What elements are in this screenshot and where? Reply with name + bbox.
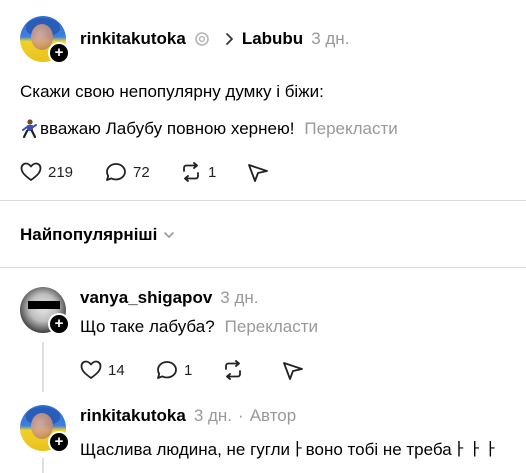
repost-icon	[180, 162, 202, 182]
comment-button[interactable]: 72	[105, 162, 150, 182]
verified-ring-icon	[194, 31, 210, 47]
comment-bubble-icon	[156, 360, 178, 380]
reply-author-name[interactable]: vanya_shigapov	[80, 288, 212, 308]
translate-link[interactable]: Перекласти	[304, 119, 397, 139]
heart-icon	[20, 162, 42, 182]
reply-author-name[interactable]: rinkitakutoka	[80, 406, 186, 426]
comment-bubble-icon	[105, 162, 127, 182]
share-button[interactable]	[247, 163, 269, 183]
repost-icon	[222, 360, 244, 380]
post-body: вважаю Лабубу повною хернею!	[40, 119, 295, 138]
like-count: 219	[48, 163, 74, 181]
breadcrumb-chevron-icon	[224, 32, 234, 46]
comment-count: 72	[133, 163, 150, 181]
post-time: 3 дн.	[311, 29, 350, 48]
translate-link[interactable]: Перекласти	[225, 317, 318, 337]
chevron-down-icon	[163, 230, 175, 240]
reply-repost-button[interactable]	[222, 360, 244, 380]
reply-text: Що таке лабуба?	[80, 317, 215, 336]
reply-time: 3 дн.	[193, 406, 233, 425]
send-icon	[282, 361, 304, 381]
comment-count: 1	[184, 361, 193, 379]
community-link[interactable]: Labubu	[242, 29, 303, 49]
reply-text: Щаслива людина, не гуглиￂвоно тобі не тр…	[80, 440, 499, 459]
follow-plus-icon[interactable]: +	[48, 42, 70, 64]
divider	[0, 267, 526, 268]
heart-icon	[80, 360, 102, 380]
thread-line	[42, 458, 44, 473]
send-icon	[247, 163, 269, 183]
sort-label: Найпопулярніші	[20, 225, 158, 244]
divider	[0, 200, 526, 201]
sort-dropdown[interactable]: Найпопулярніші	[20, 225, 175, 245]
follow-plus-icon[interactable]: +	[48, 431, 70, 453]
repost-button[interactable]: 1	[180, 162, 216, 182]
running-person-icon	[20, 119, 38, 139]
reply-share-button[interactable]	[282, 361, 304, 381]
post-author-name[interactable]: rinkitakutoka	[80, 29, 186, 49]
reply-time: 3 дн.	[220, 288, 259, 307]
like-button[interactable]: 219	[20, 162, 73, 182]
repost-count: 1	[208, 163, 217, 181]
thread-line	[42, 342, 44, 392]
reply-like-button[interactable]: 14	[80, 360, 125, 380]
post-title: Скажи свою непопулярну думку і біжи:	[20, 82, 324, 101]
follow-plus-icon[interactable]: +	[48, 313, 70, 335]
author-badge: Автор	[249, 406, 297, 425]
reply-comment-button[interactable]: 1	[156, 360, 192, 380]
like-count: 14	[108, 361, 125, 379]
dot-separator: ·	[238, 406, 244, 425]
